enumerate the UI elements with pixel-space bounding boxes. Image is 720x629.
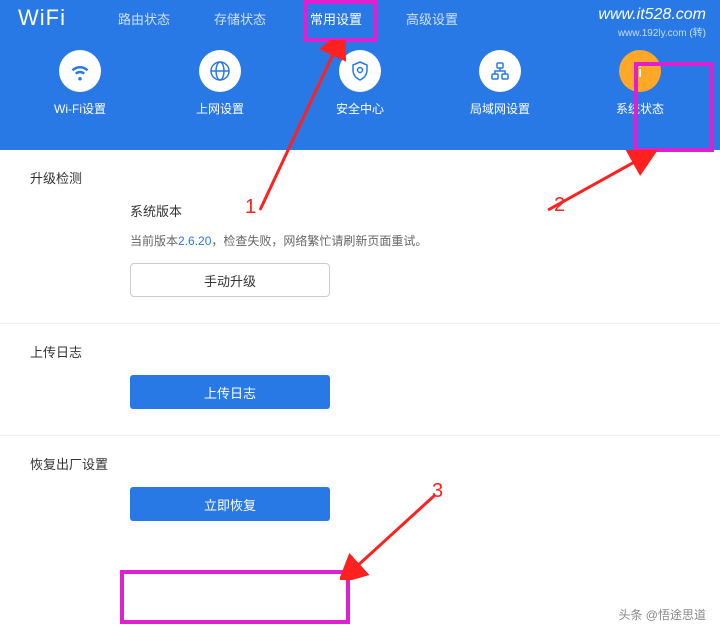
icon-label: 局域网设置 <box>470 100 530 117</box>
icon-label: 系统状态 <box>616 100 664 117</box>
shield-icon <box>339 50 381 92</box>
icon-label: 安全中心 <box>336 100 384 117</box>
lan-icon <box>479 50 521 92</box>
icon-label: Wi-Fi设置 <box>54 100 106 117</box>
globe-icon <box>199 50 241 92</box>
app-logo: WiFi <box>18 5 66 31</box>
tab-advanced-settings[interactable]: 高级设置 <box>384 1 480 36</box>
nav-wifi-settings[interactable]: Wi-Fi设置 <box>35 50 125 117</box>
version-label: 系统版本 <box>130 201 590 220</box>
section-title-upgrade: 升级检测 <box>0 150 720 201</box>
watermark-sub-text: www.192ly.com (转) <box>618 24 706 39</box>
upload-log-button[interactable]: 上传日志 <box>130 375 330 409</box>
tab-router-status[interactable]: 路由状态 <box>96 1 192 36</box>
watermark-text: www.it528.com <box>598 6 706 24</box>
nav-system-status[interactable]: 系统状态 <box>595 50 685 117</box>
section-title-log: 上传日志 <box>0 324 720 375</box>
annotation-2: 2 <box>554 194 565 217</box>
info-icon <box>619 50 661 92</box>
manual-upgrade-button[interactable]: 手动升级 <box>130 263 330 297</box>
annotation-3: 3 <box>432 480 443 503</box>
highlight-box-3 <box>120 570 350 624</box>
nav-internet-settings[interactable]: 上网设置 <box>175 50 265 117</box>
icon-label: 上网设置 <box>196 100 244 117</box>
restore-now-button[interactable]: 立即恢复 <box>130 487 330 521</box>
section-title-reset: 恢复出厂设置 <box>0 436 720 487</box>
annotation-1: 1 <box>245 196 256 219</box>
credit-text: 头条 @悟途思道 <box>618 606 706 623</box>
wifi-icon <box>59 50 101 92</box>
nav-lan-settings[interactable]: 局域网设置 <box>455 50 545 117</box>
tab-common-settings[interactable]: 常用设置 <box>288 1 384 36</box>
version-text: 当前版本2.6.20，检查失败，网络繁忙请刷新页面重试。 <box>130 232 590 249</box>
nav-security-center[interactable]: 安全中心 <box>315 50 405 117</box>
tab-storage-status[interactable]: 存储状态 <box>192 1 288 36</box>
